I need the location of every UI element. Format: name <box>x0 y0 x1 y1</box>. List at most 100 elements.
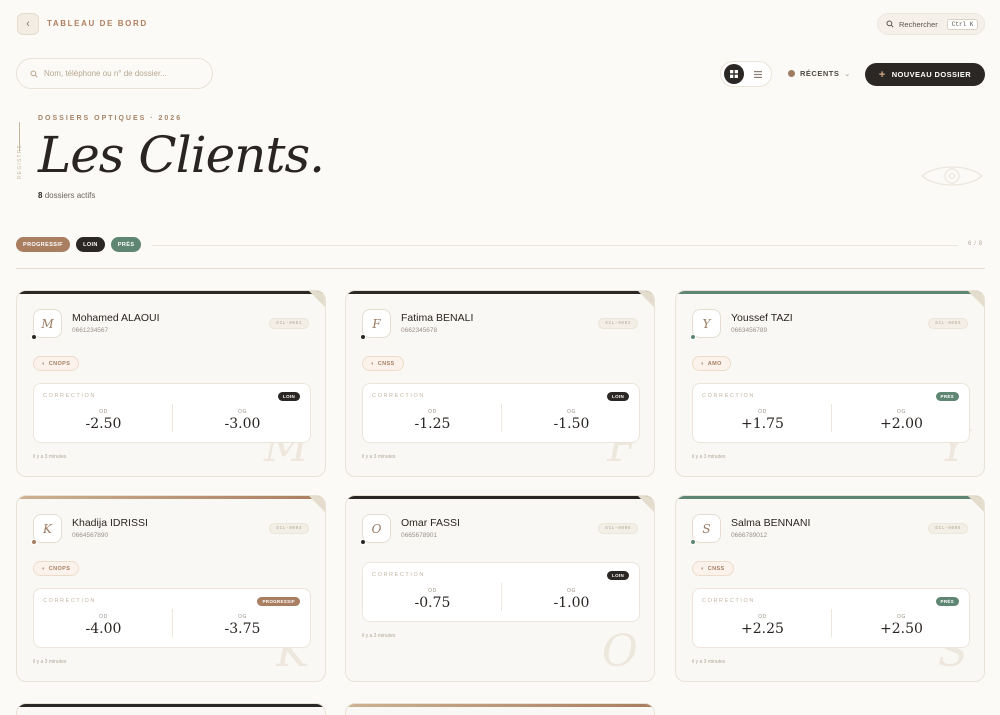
insurance-badge: ◐ CNOPS <box>33 356 80 371</box>
og-value: -1.50 <box>553 416 590 432</box>
avatar-initial: F <box>372 316 381 331</box>
card-watermark-initial: O <box>601 626 638 677</box>
correction-type-badge: PRÈS <box>935 597 959 606</box>
correction-legend: PROGRESSIF LOIN PRÈS <box>16 237 142 252</box>
status-dot <box>360 334 366 340</box>
chevron-left-icon: ‹ <box>26 18 30 30</box>
insurance-badge: ◐ AMO <box>692 356 731 371</box>
client-id-badge: ECL-0002 <box>598 318 638 329</box>
od-value: +2.25 <box>741 621 784 637</box>
client-name[interactable]: Salma BENNANI <box>731 517 810 529</box>
list-view-button[interactable] <box>748 64 768 84</box>
client-card-partial[interactable] <box>16 703 326 715</box>
sort-label: RÉCENTS <box>800 69 840 78</box>
client-id-badge: ECL-0004 <box>269 523 309 534</box>
client-card-partial[interactable] <box>345 703 655 715</box>
client-card[interactable]: O O Omar FASSI 0665678901 ECL-0005 CORRE… <box>345 495 655 682</box>
hero-eyebrow: DOSSIERS OPTIQUES · 2026 <box>38 115 183 122</box>
shield-icon: ◐ <box>42 360 46 367</box>
avatar-initial: O <box>371 521 382 536</box>
active-count-number: 8 <box>38 191 43 200</box>
filter-progressif[interactable]: PROGRESSIF <box>16 237 71 252</box>
status-dot <box>690 334 696 340</box>
og-label: OG <box>238 409 247 415</box>
insurance-badge: ◐ CNSS <box>692 561 734 576</box>
correction-type-badge: LOIN <box>278 392 300 401</box>
updated-time: il y a 3 minutes <box>33 454 67 460</box>
results-count: 6 / 8 <box>968 241 983 247</box>
back-button[interactable]: ‹ <box>17 13 39 35</box>
card-corner-fold <box>968 496 984 512</box>
correction-label: CORRECTION <box>702 598 755 604</box>
insurance-badge: ◐ CNOPS <box>33 561 80 576</box>
od-value: +1.75 <box>741 416 784 432</box>
card-top-accent <box>346 291 654 294</box>
active-count-label: dossiers actifs <box>44 191 96 200</box>
og-value: -3.00 <box>224 416 261 432</box>
client-card[interactable]: K K Khadija IDRISSI 0664567890 ECL-0004 … <box>16 495 326 682</box>
client-card[interactable]: F F Fatima BENALI 0662345678 ECL-0002 ◐ C… <box>345 290 655 477</box>
breadcrumb[interactable]: TABLEAU DE BORD <box>47 19 148 28</box>
card-corner-fold <box>638 496 654 512</box>
og-value: +2.00 <box>880 416 923 432</box>
status-dot <box>690 539 696 545</box>
og-label: OG <box>567 409 576 415</box>
new-folder-button[interactable]: + NOUVEAU DOSSIER <box>865 63 985 86</box>
status-dot <box>360 539 366 545</box>
client-card[interactable]: M M Mohamed ALAOUI 0661234567 ECL-0001 ◐… <box>16 290 326 477</box>
updated-time: il y a 3 minutes <box>362 454 396 460</box>
legend-divider <box>152 245 958 246</box>
od-value: -4.00 <box>85 621 122 637</box>
avatar: K <box>31 514 62 545</box>
client-card[interactable]: Y Y Youssef TAZI 0663456789 ECL-0003 ◐ AM… <box>675 290 985 477</box>
client-search-input[interactable] <box>44 69 204 78</box>
card-top-accent <box>346 704 654 707</box>
list-icon <box>754 70 762 78</box>
correction-label: CORRECTION <box>43 393 96 399</box>
shortcut-badge: Ctrl K <box>946 18 979 30</box>
card-top-accent <box>676 291 984 294</box>
correction-panel: CORRECTION LOIN OD -0.75 OG -1.00 <box>362 562 640 622</box>
shield-icon: ◐ <box>42 565 46 572</box>
avatar: F <box>360 309 391 340</box>
sort-dropdown[interactable]: RÉCENTS ⌄ <box>788 69 851 78</box>
new-folder-label: NOUVEAU DOSSIER <box>891 70 972 79</box>
correction-type-badge: LOIN <box>607 392 629 401</box>
status-dot <box>31 334 37 340</box>
client-search-box[interactable] <box>16 58 213 89</box>
grid-icon <box>730 70 738 78</box>
updated-time: il y a 3 minutes <box>692 454 726 460</box>
filter-loin[interactable]: LOIN <box>76 237 105 252</box>
correction-type-badge: LOIN <box>607 571 629 580</box>
od-value: -0.75 <box>414 595 451 611</box>
og-value: -3.75 <box>224 621 261 637</box>
search-icon <box>30 69 38 78</box>
filter-pres[interactable]: PRÈS <box>110 237 142 252</box>
od-label: OD <box>758 409 767 415</box>
view-toggle <box>720 61 772 87</box>
card-top-accent <box>17 291 325 294</box>
sort-dot-icon <box>788 70 795 77</box>
grid-view-button[interactable] <box>724 64 744 84</box>
client-name[interactable]: Mohamed ALAOUI <box>72 312 160 324</box>
client-name[interactable]: Omar FASSI <box>401 517 460 529</box>
client-name[interactable]: Fatima BENALI <box>401 312 473 324</box>
client-name[interactable]: Khadija IDRISSI <box>72 517 148 529</box>
global-search-button[interactable]: Rechercher Ctrl K <box>877 13 985 35</box>
od-label: OD <box>758 614 767 620</box>
card-corner-fold <box>309 496 325 512</box>
correction-label: CORRECTION <box>43 598 96 604</box>
chevron-down-icon: ⌄ <box>844 70 851 78</box>
client-card[interactable]: S S Salma BENNANI 0666789012 ECL-0006 ◐ C… <box>675 495 985 682</box>
client-name[interactable]: Youssef TAZI <box>731 312 793 324</box>
client-phone: 0663456789 <box>731 327 768 334</box>
od-label: OD <box>428 588 437 594</box>
updated-time: il y a 3 minutes <box>362 633 396 639</box>
shield-icon: ◐ <box>701 565 705 572</box>
card-top-accent <box>676 496 984 499</box>
card-corner-fold <box>309 291 325 307</box>
eye-icon <box>921 166 983 186</box>
od-value: -2.50 <box>85 416 122 432</box>
og-label: OG <box>897 614 906 620</box>
client-phone: 0664567890 <box>72 532 109 539</box>
